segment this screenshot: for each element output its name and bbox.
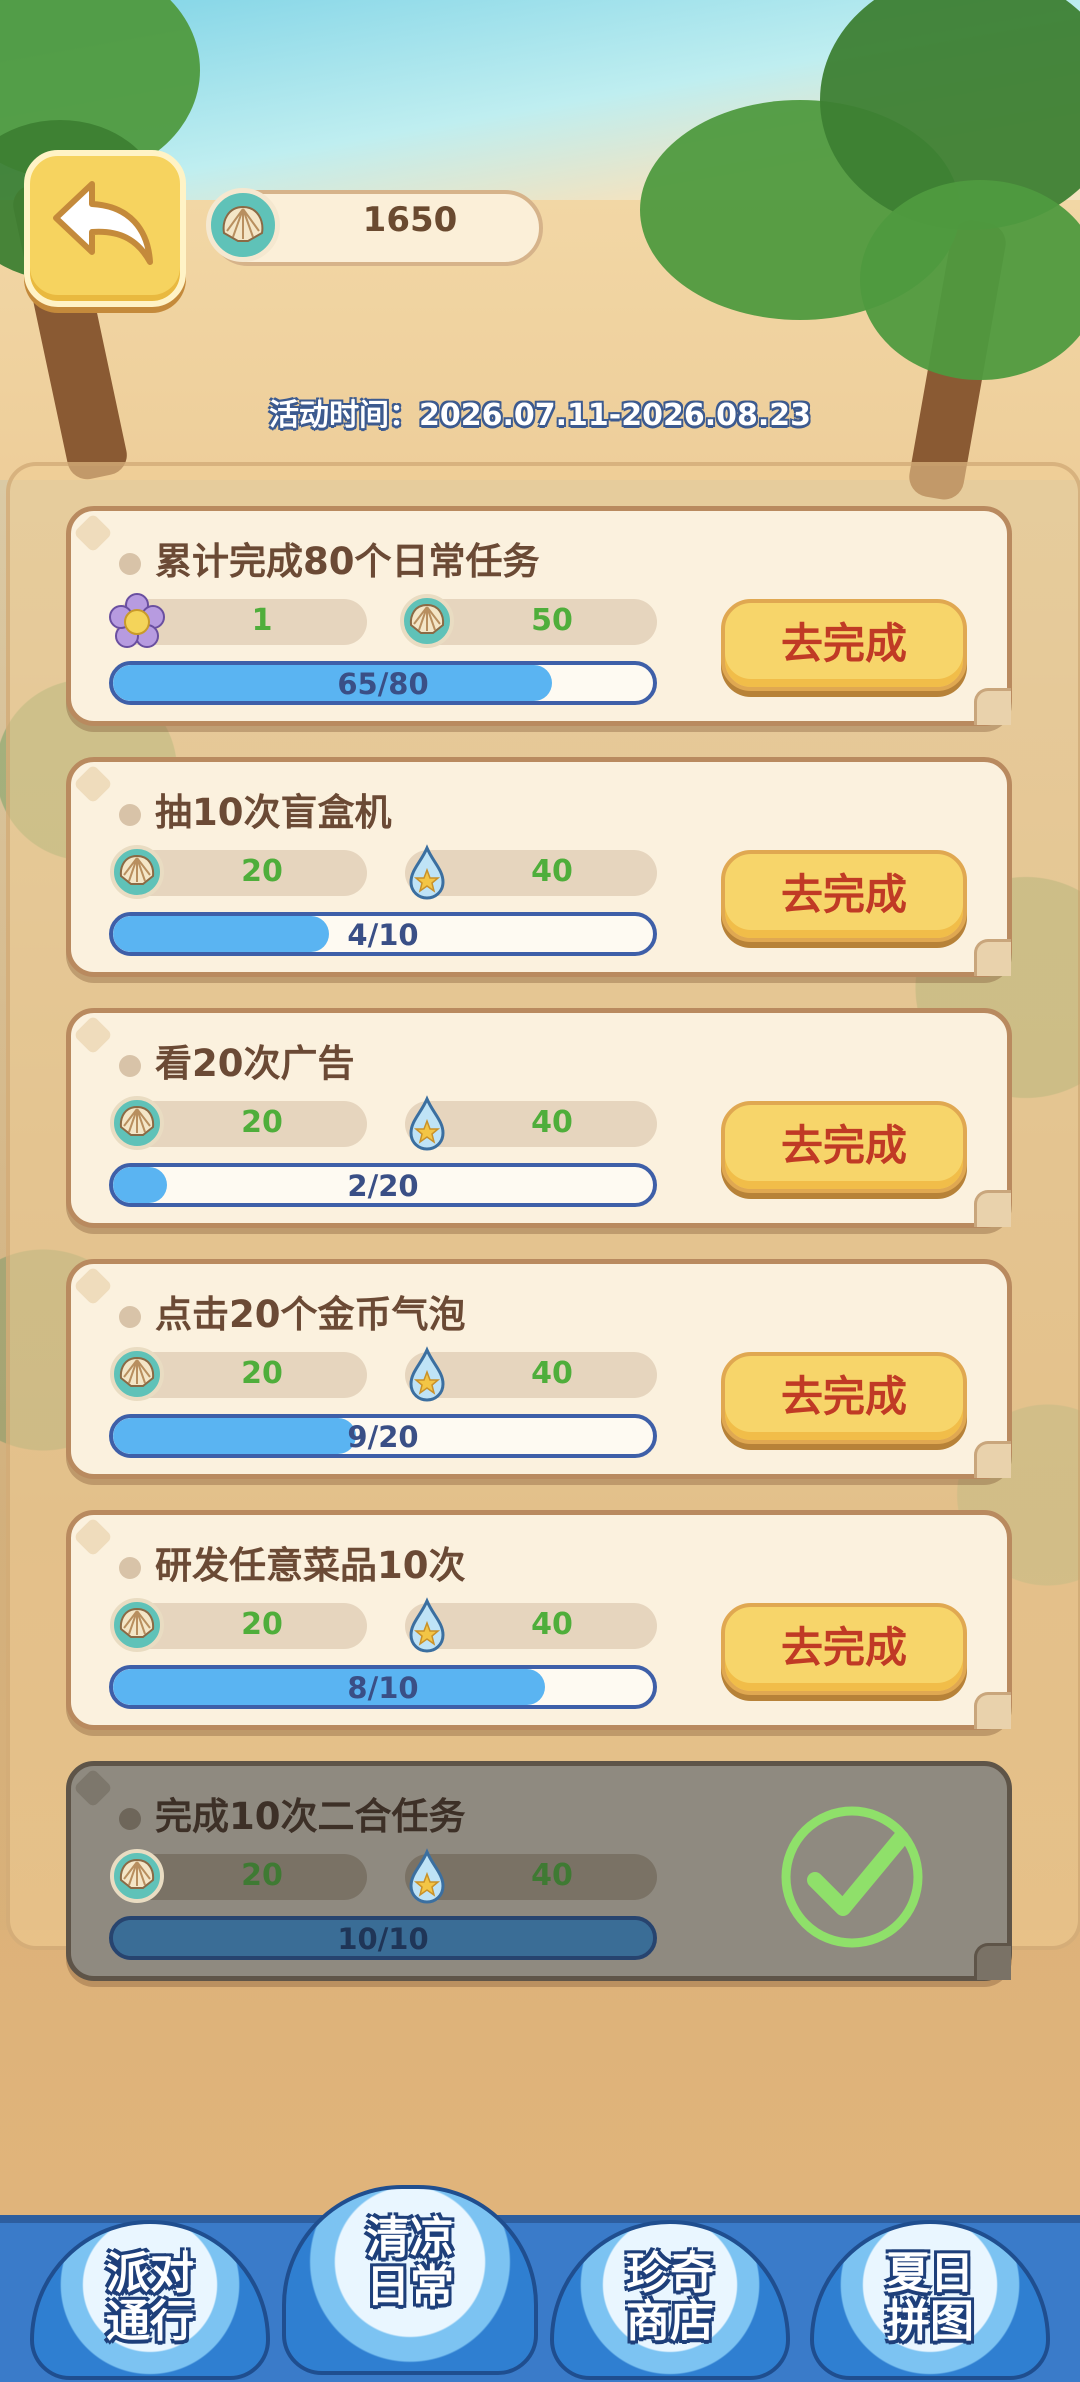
reward-pill: 40 [405, 1346, 657, 1402]
reward-amount: 40 [531, 1356, 573, 1391]
seashell-icon [206, 188, 280, 262]
back-button[interactable] [24, 150, 186, 307]
progress-text: 9/20 [347, 1420, 419, 1454]
card-corner-decoration [974, 939, 1011, 976]
task-title: 点击20个金币气泡 [155, 1293, 466, 1336]
progress-text: 8/10 [347, 1671, 419, 1705]
task-bullet [119, 1557, 141, 1579]
task-bullet [119, 553, 141, 575]
seashell-icon [109, 1597, 165, 1653]
water-drop-star-icon [399, 1848, 455, 1904]
reward-pill: 20 [110, 1096, 367, 1150]
reward-pill: 20 [110, 1849, 367, 1903]
card-corner-decoration [974, 1190, 1011, 1227]
card-corner-decoration [73, 1266, 113, 1306]
task-bullet [119, 1306, 141, 1328]
task-bullet [119, 804, 141, 826]
card-corner-decoration [974, 688, 1011, 725]
task-title: 研发任意菜品10次 [155, 1544, 466, 1587]
reward-amount: 40 [531, 854, 573, 889]
reward-amount: 20 [241, 1356, 283, 1391]
reward-pill: 40 [405, 1848, 657, 1904]
reward-amount: 40 [531, 1858, 573, 1893]
card-corner-decoration [73, 513, 113, 553]
water-drop-star-icon [399, 1597, 455, 1653]
nav-item-cool-daily[interactable]: 清凉 日常 [282, 2165, 538, 2375]
card-corner-decoration [73, 1015, 113, 1055]
task-progress-bar: 2/20 [109, 1163, 657, 1207]
nav-label: 夏日 拼图 [886, 2248, 974, 2347]
seashell-icon [109, 1095, 165, 1151]
reward-amount: 40 [531, 1105, 573, 1140]
task-card: 抽10次盲盒机 20 40 4/10 去完成 [66, 757, 1012, 977]
seashell-icon [109, 1346, 165, 1402]
completed-check-icon [777, 1802, 927, 1956]
nav-label: 清凉 日常 [366, 2213, 454, 2312]
reward-amount: 20 [241, 1607, 283, 1642]
task-bullet [119, 1808, 141, 1830]
task-title: 看20次广告 [155, 1042, 355, 1085]
reward-pill: 20 [110, 845, 367, 899]
progress-text: 4/10 [347, 918, 419, 952]
go-complete-button[interactable]: 去完成 [721, 599, 967, 691]
seashell-icon [109, 1848, 165, 1904]
go-complete-button[interactable]: 去完成 [721, 1352, 967, 1444]
task-card: 完成10次二合任务 20 40 10/10 [66, 1761, 1012, 1981]
reward-pill: 20 [110, 1598, 367, 1652]
seashell-icon [109, 844, 165, 900]
reward-amount: 40 [531, 1607, 573, 1642]
task-card: 累计完成80个日常任务 1 50 65/80 去完成 [66, 506, 1012, 726]
task-title: 完成10次二合任务 [155, 1795, 466, 1838]
go-complete-button[interactable]: 去完成 [721, 1101, 967, 1193]
nav-label: 珍奇 商店 [626, 2248, 714, 2347]
flower-token-icon [109, 593, 165, 649]
task-card: 研发任意菜品10次 20 40 8/10 去完成 [66, 1510, 1012, 1730]
card-corner-decoration [73, 764, 113, 804]
reward-pill: 50 [400, 594, 657, 648]
shell-count: 1650 [362, 200, 458, 240]
task-progress-bar: 4/10 [109, 912, 657, 956]
task-card: 点击20个金币气泡 20 40 9/20 去完成 [66, 1259, 1012, 1479]
nav-item-summer-puzzle[interactable]: 夏日 拼图 [810, 2180, 1050, 2380]
progress-text: 2/20 [347, 1169, 419, 1203]
nav-item-rare-shop[interactable]: 珍奇 商店 [550, 2180, 790, 2380]
reward-amount: 50 [531, 603, 573, 638]
reward-pill: 40 [405, 844, 657, 900]
go-complete-button[interactable]: 去完成 [721, 1603, 967, 1695]
card-corner-decoration [73, 1768, 113, 1808]
event-time: 活动时间：2026.07.11-2026.08.23 [268, 398, 812, 433]
card-corner-decoration [73, 1517, 113, 1557]
task-title: 抽10次盲盒机 [155, 791, 392, 834]
card-corner-decoration [974, 1441, 1011, 1478]
task-progress-bar: 65/80 [109, 661, 657, 705]
reward-pill: 1 [109, 593, 367, 648]
reward-amount: 1 [251, 603, 273, 638]
reward-amount: 20 [241, 1858, 283, 1893]
reward-pill: 20 [110, 1347, 367, 1401]
progress-text: 65/80 [337, 667, 429, 701]
back-arrow-icon [53, 181, 153, 265]
water-drop-star-icon [399, 1095, 455, 1151]
task-card: 看20次广告 20 40 2/20 去完成 [66, 1008, 1012, 1228]
reward-pill: 40 [405, 1095, 657, 1151]
water-drop-star-icon [399, 844, 455, 900]
task-bullet [119, 1055, 141, 1077]
reward-amount: 20 [241, 854, 283, 889]
task-title: 累计完成80个日常任务 [155, 540, 540, 583]
go-complete-button[interactable]: 去完成 [721, 850, 967, 942]
progress-text: 10/10 [337, 1922, 429, 1956]
task-progress-bar: 8/10 [109, 1665, 657, 1709]
reward-amount: 20 [241, 1105, 283, 1140]
nav-item-party-pass[interactable]: 派对 通行 [30, 2180, 270, 2380]
reward-pill: 40 [405, 1597, 657, 1653]
nav-label: 派对 通行 [106, 2248, 194, 2347]
card-corner-decoration [974, 1692, 1011, 1729]
water-drop-star-icon [399, 1346, 455, 1402]
task-progress-bar: 9/20 [109, 1414, 657, 1458]
seashell-icon [399, 593, 455, 649]
task-progress-bar: 10/10 [109, 1916, 657, 1960]
card-corner-decoration [974, 1943, 1011, 1980]
